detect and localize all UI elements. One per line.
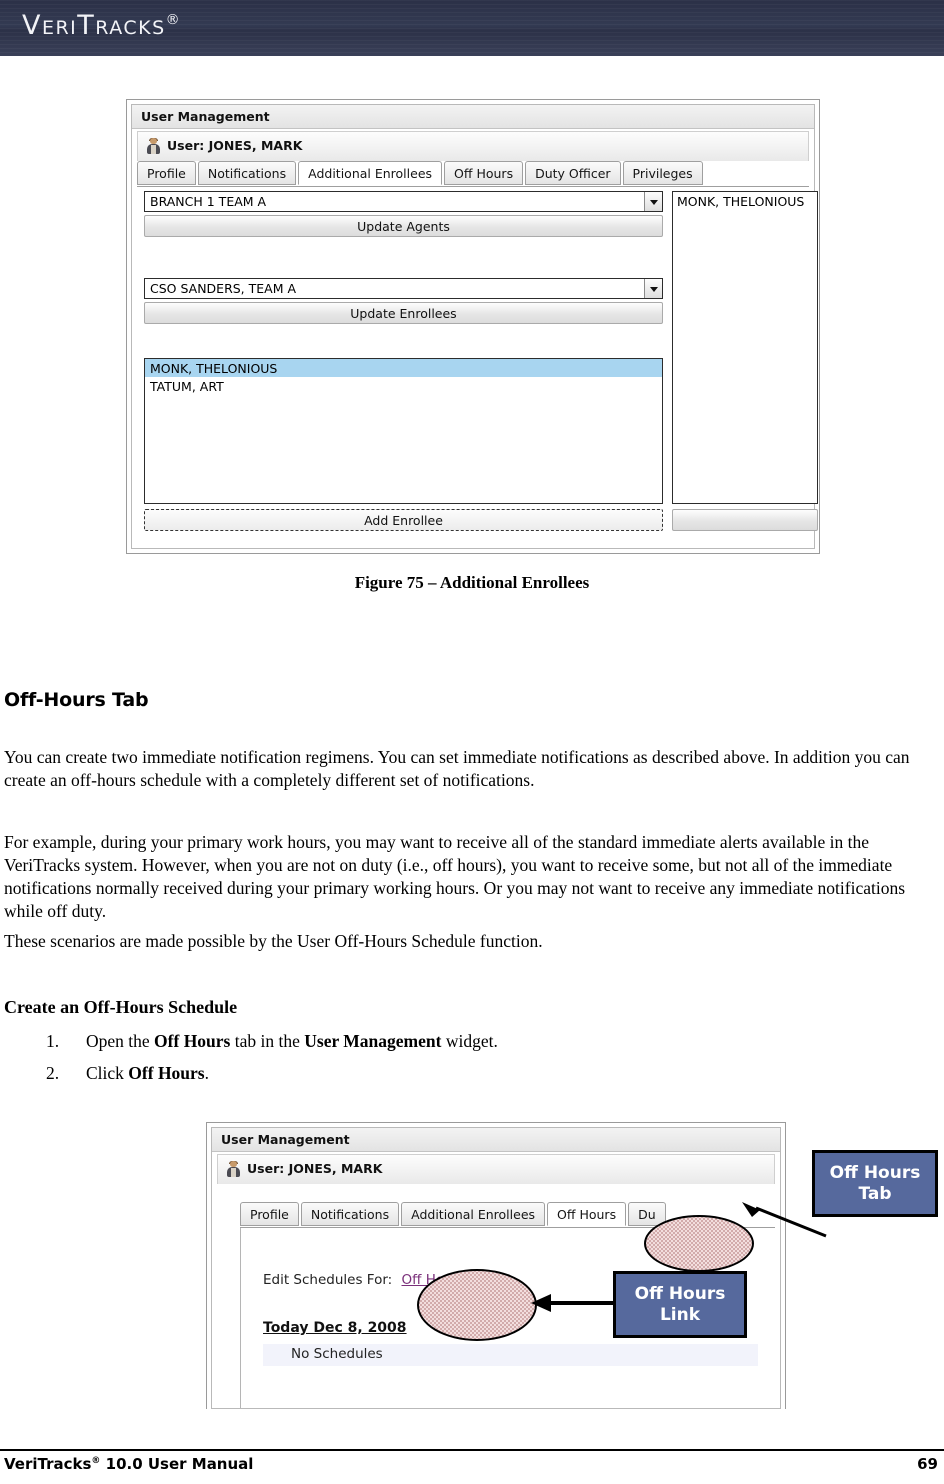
- agents-select[interactable]: BRANCH 1 TEAM A: [144, 191, 663, 212]
- update-agents-button[interactable]: Update Agents: [144, 215, 663, 237]
- tab-notifications[interactable]: Notifications: [300, 1202, 400, 1226]
- enrollees-select[interactable]: CSO SANDERS, TEAM A: [144, 278, 663, 299]
- today-date-heading: Today Dec 8, 2008: [263, 1320, 407, 1336]
- list-item: 1. Open the Off Hours tab in the User Man…: [4, 1030, 804, 1053]
- tab-profile[interactable]: Profile: [137, 161, 196, 185]
- current-user-label: User: JONES, MARK: [167, 138, 303, 153]
- list-item[interactable]: TATUM, ART: [145, 377, 662, 395]
- chevron-down-icon[interactable]: [644, 279, 662, 298]
- subheading-create-off-hours-schedule: Create an Off-Hours Schedule: [4, 997, 238, 1017]
- step-text: Open the Off Hours tab in the User Manag…: [86, 1031, 498, 1051]
- list-item[interactable]: MONK, THELONIOUS: [145, 359, 662, 377]
- highlight-ellipse-off-hours-link: [417, 1269, 537, 1341]
- tab-off-hours[interactable]: Off Hours: [444, 161, 524, 185]
- tab-privileges[interactable]: Privileges: [622, 161, 703, 185]
- widget-frame: User Management User: JONES, MARK Profil…: [131, 104, 818, 549]
- list-item: 2. Click Off Hours.: [4, 1062, 804, 1085]
- tab-notifications[interactable]: Notifications: [197, 161, 297, 185]
- numbered-step-list: 1. Open the Off Hours tab in the User Man…: [4, 1030, 804, 1094]
- widget-title-user-management: User Management: [132, 105, 814, 129]
- current-user-label: User: JONES, MARK: [247, 1161, 383, 1176]
- selected-enrollees-panel[interactable]: MONK, THELONIOUS: [672, 191, 818, 504]
- paragraph-3: These scenarios are made possible by the…: [4, 930, 543, 951]
- schedule-row: No Schedules: [263, 1344, 758, 1366]
- user-bar: User: JONES, MARK: [217, 1154, 775, 1184]
- figure-1-screenshot: User Management User: JONES, MARK Profil…: [126, 99, 820, 554]
- side-action-button[interactable]: [672, 509, 818, 531]
- tab-strip[interactable]: Profile Notifications Additional Enrollees…: [137, 161, 809, 187]
- tab-off-hours[interactable]: Off Hours: [547, 1202, 627, 1226]
- chevron-down-icon[interactable]: [644, 192, 662, 211]
- paragraph-1: You can create two immediate notificatio…: [4, 746, 910, 790]
- tab-additional-enrollees[interactable]: Additional Enrollees: [298, 161, 443, 185]
- footer-page-number: 69: [917, 1455, 938, 1473]
- registered-mark: ®: [165, 12, 180, 28]
- highlight-ellipse-off-hours-tab: [644, 1215, 754, 1272]
- tab-duty-officer[interactable]: Duty Officer: [525, 161, 621, 185]
- footer-left-text: VeriTracks® 10.0 User Manual: [4, 1455, 254, 1473]
- update-enrollees-button[interactable]: Update Enrollees: [144, 302, 663, 324]
- figure-1-caption: Figure 75 – Additional Enrollees: [354, 573, 590, 592]
- user-bar: User: JONES, MARK: [137, 131, 809, 161]
- no-schedules-text: No Schedules: [291, 1346, 383, 1362]
- callout-off-hours-link: Off Hours Link: [613, 1271, 747, 1338]
- brand-text: VeriTracks: [22, 10, 166, 41]
- list-item[interactable]: MONK, THELONIOUS: [677, 194, 817, 209]
- widget-title-user-management: User Management: [212, 1128, 780, 1152]
- veritracks-logo: VeriTracks®: [22, 10, 180, 41]
- step-number: 1.: [46, 1031, 60, 1051]
- callout-off-hours-tab: Off Hours Tab: [812, 1150, 938, 1217]
- step-text: Click Off Hours.: [86, 1063, 209, 1083]
- callout-arrow-link: [531, 1294, 615, 1312]
- app-header-banner: VeriTracks®: [0, 0, 944, 56]
- footer-divider: [0, 1449, 944, 1451]
- enrollee-list-box[interactable]: MONK, THELONIOUS TATUM, ART: [144, 358, 663, 504]
- tab-additional-enrollees[interactable]: Additional Enrollees: [401, 1202, 546, 1226]
- tab-profile[interactable]: Profile: [240, 1202, 299, 1226]
- add-enrollee-button[interactable]: Add Enrollee: [144, 509, 663, 531]
- step-number: 2.: [46, 1063, 60, 1083]
- paragraph-2: For example, during your primary work ho…: [4, 831, 906, 921]
- edit-schedules-label: Edit Schedules For:: [263, 1272, 393, 1288]
- section-heading-off-hours-tab: Off-Hours Tab: [4, 688, 149, 711]
